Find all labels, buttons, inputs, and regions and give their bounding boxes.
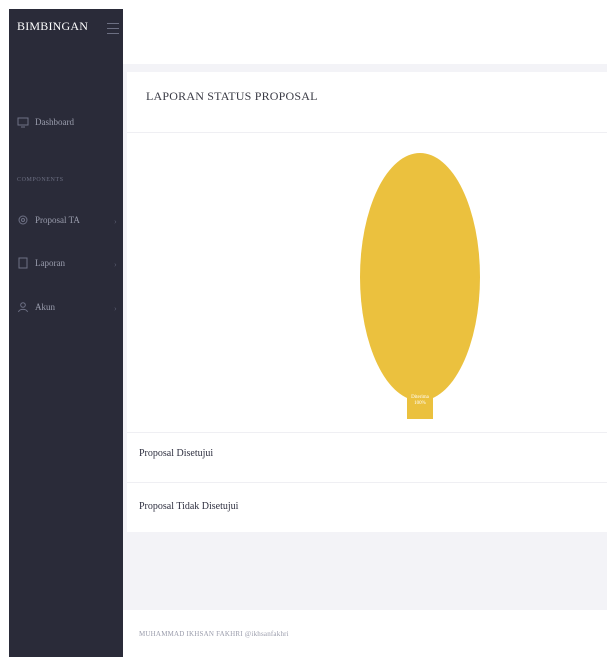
sidebar-item-label: Dashboard xyxy=(35,117,74,127)
chevron-right-icon: › xyxy=(114,304,117,313)
card-header: LAPORAN STATUS PROPOSAL xyxy=(127,72,607,133)
footer: MUHAMMAD IKHSAN FAKHRI @ikhsanfakhri xyxy=(123,610,607,657)
pie-data-label: Diterima 100% xyxy=(407,395,433,419)
pie-chart-svg xyxy=(360,153,480,401)
brand-title[interactable]: BIMBINGAN xyxy=(17,19,88,34)
chevron-right-icon: › xyxy=(114,260,117,269)
pie-label-value: 100% xyxy=(414,401,426,406)
sidebar-item-label: Akun xyxy=(35,302,55,312)
legend-label: Proposal Tidak Disetujui xyxy=(139,501,239,512)
menu-toggle-icon[interactable] xyxy=(107,23,119,37)
monitor-icon xyxy=(17,117,29,128)
legend-item-disetujui[interactable]: Proposal Disetujui xyxy=(127,432,607,483)
sidebar-item-laporan[interactable]: Laporan › xyxy=(17,257,117,269)
legend-label: Proposal Disetujui xyxy=(139,448,214,459)
sidebar-item-akun[interactable]: Akun › xyxy=(17,301,117,313)
sidebar-item-label: Proposal TA xyxy=(35,215,80,225)
card-title: LAPORAN STATUS PROPOSAL xyxy=(146,89,318,103)
sidebar-item-label: Laporan xyxy=(35,258,65,268)
pie-chart: Diterima 100% xyxy=(127,132,607,432)
document-icon xyxy=(18,257,28,269)
sidebar-item-proposal-ta[interactable]: Proposal TA › xyxy=(17,214,117,226)
top-bar xyxy=(123,9,607,64)
chevron-right-icon: › xyxy=(114,217,117,226)
section-label: COMPONENTS xyxy=(17,177,64,183)
report-card: LAPORAN STATUS PROPOSAL Diterima 100% Pr… xyxy=(127,72,607,532)
sidebar-item-dashboard[interactable]: Dashboard xyxy=(17,116,74,128)
footer-text: MUHAMMAD IKHSAN FAKHRI @ikhsanfakhri xyxy=(139,630,289,638)
legend-item-tidak-disetujui[interactable]: Proposal Tidak Disetujui xyxy=(127,482,607,533)
user-icon xyxy=(18,302,28,313)
gear-icon xyxy=(18,215,28,225)
pie-slice-diterima[interactable] xyxy=(360,153,480,401)
sidebar: BIMBINGAN Dashboard COMPONENTS Proposal … xyxy=(9,9,123,657)
